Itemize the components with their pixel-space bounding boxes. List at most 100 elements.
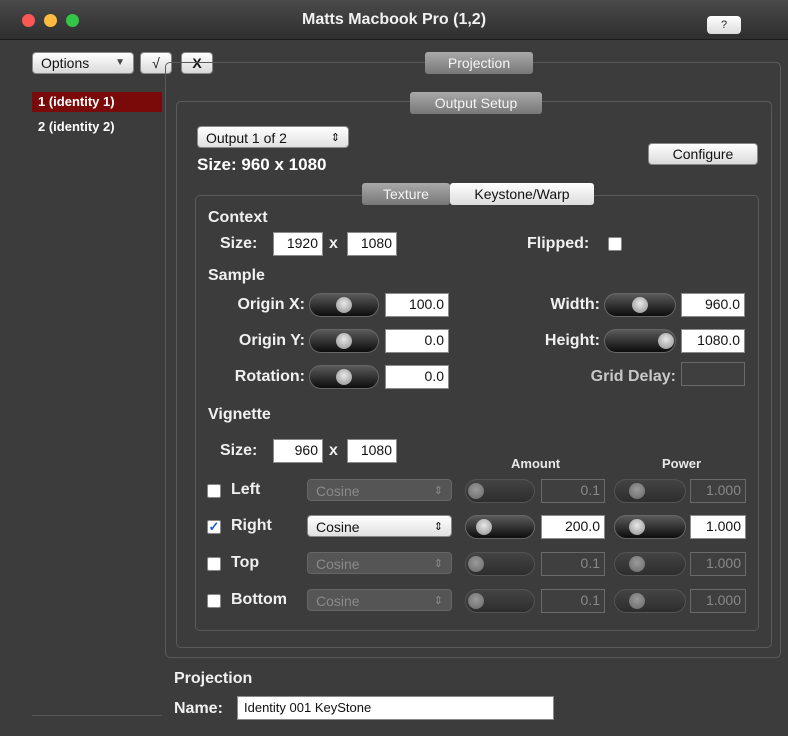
slider-knob[interactable] — [336, 333, 352, 349]
vignette-left-label: Left — [231, 481, 261, 498]
vignette-width-field[interactable]: 960 — [273, 439, 323, 463]
vignette-left-power-slider[interactable] — [614, 479, 686, 503]
vignette-right-label: Right — [231, 517, 272, 534]
vignette-right-power-field[interactable]: 1.000 — [690, 515, 746, 539]
flipped-checkbox[interactable] — [608, 237, 622, 251]
options-dropdown[interactable]: Options ▼ — [32, 52, 134, 74]
vignette-height-field[interactable]: 1080 — [347, 439, 397, 463]
output-setup-header: Output Setup — [410, 92, 542, 114]
rotation-field[interactable]: 0.0 — [385, 365, 449, 389]
height-label: Height: — [544, 332, 600, 349]
projection-name-field[interactable]: Identity 001 KeyStone — [237, 696, 554, 720]
sample-title: Sample — [208, 267, 265, 284]
projection-header: Projection — [425, 52, 533, 74]
width-label: Width: — [550, 296, 600, 313]
origin-y-label: Origin Y: — [238, 332, 305, 349]
vignette-left-checkbox[interactable] — [207, 484, 221, 498]
projection-name-label: Name: — [174, 700, 223, 717]
updown-arrows-icon: ⇕ — [433, 521, 443, 533]
configure-button[interactable]: Configure — [648, 143, 758, 165]
vignette-size-label: Size: — [220, 442, 258, 459]
context-height-field[interactable]: 1080 — [347, 232, 397, 256]
context-size-label: Size: — [220, 235, 258, 252]
grid-delay-label: Grid Delay: — [590, 368, 676, 385]
vignette-top-power-slider[interactable] — [614, 552, 686, 576]
vignette-bottom-power-slider[interactable] — [614, 589, 686, 613]
slider-knob[interactable] — [336, 369, 352, 385]
width-slider[interactable] — [604, 293, 676, 317]
sidebar-item-identity-1[interactable]: 1 (identity 1) — [32, 92, 162, 112]
vignette-top-mode-value: Cosine — [316, 556, 360, 572]
slider-knob[interactable] — [629, 519, 645, 535]
vignette-bottom-mode-select[interactable]: Cosine ⇕ — [307, 589, 452, 611]
window-title: Matts Macbook Pro (1,2) — [301, 11, 487, 28]
height-slider[interactable] — [604, 329, 676, 353]
flipped-label: Flipped: — [527, 235, 590, 252]
width-field[interactable]: 960.0 — [681, 293, 745, 317]
origin-y-slider[interactable] — [309, 329, 379, 353]
slider-knob[interactable] — [476, 519, 492, 535]
vignette-right-mode-select[interactable]: Cosine ⇕ — [307, 515, 452, 537]
chevron-down-icon: ▼ — [115, 57, 125, 68]
vignette-x-label: x — [329, 442, 338, 459]
vignette-top-mode-select[interactable]: Cosine ⇕ — [307, 552, 452, 574]
vignette-top-label: Top — [231, 554, 260, 571]
updown-arrows-icon: ⇕ — [433, 485, 443, 497]
vignette-title: Vignette — [208, 406, 271, 423]
slider-knob[interactable] — [629, 556, 645, 572]
slider-knob[interactable] — [468, 483, 484, 499]
slider-knob[interactable] — [629, 483, 645, 499]
vignette-left-power-field[interactable]: 1.000 — [690, 479, 746, 503]
sidebar-item-identity-2[interactable]: 2 (identity 2) — [32, 117, 162, 137]
output-select[interactable]: Output 1 of 2 ⇕ — [197, 126, 349, 148]
slider-knob[interactable] — [632, 297, 648, 313]
vignette-top-amount-field[interactable]: 0.1 — [541, 552, 605, 576]
grid-delay-field[interactable] — [681, 362, 745, 386]
vignette-bottom-mode-value: Cosine — [316, 593, 360, 609]
context-title: Context — [208, 209, 268, 226]
vignette-bottom-amount-slider[interactable] — [465, 589, 535, 613]
vignette-top-checkbox[interactable] — [207, 557, 221, 571]
slider-knob[interactable] — [629, 593, 645, 609]
options-label: Options — [41, 55, 90, 71]
updown-arrows-icon: ⇕ — [330, 132, 340, 144]
slider-knob[interactable] — [468, 556, 484, 572]
origin-y-field[interactable]: 0.0 — [385, 329, 449, 353]
origin-x-label: Origin X: — [237, 296, 305, 313]
tab-texture[interactable]: Texture — [362, 183, 450, 205]
vignette-bottom-label: Bottom — [231, 591, 287, 608]
origin-x-field[interactable]: 100.0 — [385, 293, 449, 317]
rotation-slider[interactable] — [309, 365, 379, 389]
vignette-right-checkbox[interactable]: ✓ — [207, 520, 221, 534]
rotation-label: Rotation: — [234, 368, 305, 385]
output-select-value: Output 1 of 2 — [206, 130, 287, 146]
tab-keystone-warp[interactable]: Keystone/Warp — [450, 183, 594, 205]
vignette-right-amount-field[interactable]: 200.0 — [541, 515, 605, 539]
context-width-field[interactable]: 1920 — [273, 232, 323, 256]
vignette-top-amount-slider[interactable] — [465, 552, 535, 576]
slider-knob[interactable] — [468, 593, 484, 609]
help-button[interactable]: ? — [707, 16, 741, 34]
vignette-right-amount-slider[interactable] — [465, 515, 535, 539]
vignette-left-amount-slider[interactable] — [465, 479, 535, 503]
updown-arrows-icon: ⇕ — [433, 558, 443, 570]
vignette-bottom-amount-field[interactable]: 0.1 — [541, 589, 605, 613]
vignette-bottom-checkbox[interactable] — [207, 594, 221, 608]
vignette-right-mode-value: Cosine — [316, 519, 360, 535]
slider-knob[interactable] — [336, 297, 352, 313]
output-size-text: Size: 960 x 1080 — [197, 155, 327, 174]
vignette-bottom-power-field[interactable]: 1.000 — [690, 589, 746, 613]
vignette-left-mode-value: Cosine — [316, 483, 360, 499]
power-header: Power — [662, 456, 702, 471]
amount-header: Amount — [511, 456, 561, 471]
projection-footer-title: Projection — [174, 670, 253, 687]
context-x-label: x — [329, 235, 338, 252]
updown-arrows-icon: ⇕ — [433, 595, 443, 607]
vignette-top-power-field[interactable]: 1.000 — [690, 552, 746, 576]
vignette-left-amount-field[interactable]: 0.1 — [541, 479, 605, 503]
height-field[interactable]: 1080.0 — [681, 329, 745, 353]
slider-knob[interactable] — [658, 333, 674, 349]
origin-x-slider[interactable] — [309, 293, 379, 317]
vignette-right-power-slider[interactable] — [614, 515, 686, 539]
vignette-left-mode-select[interactable]: Cosine ⇕ — [307, 479, 452, 501]
